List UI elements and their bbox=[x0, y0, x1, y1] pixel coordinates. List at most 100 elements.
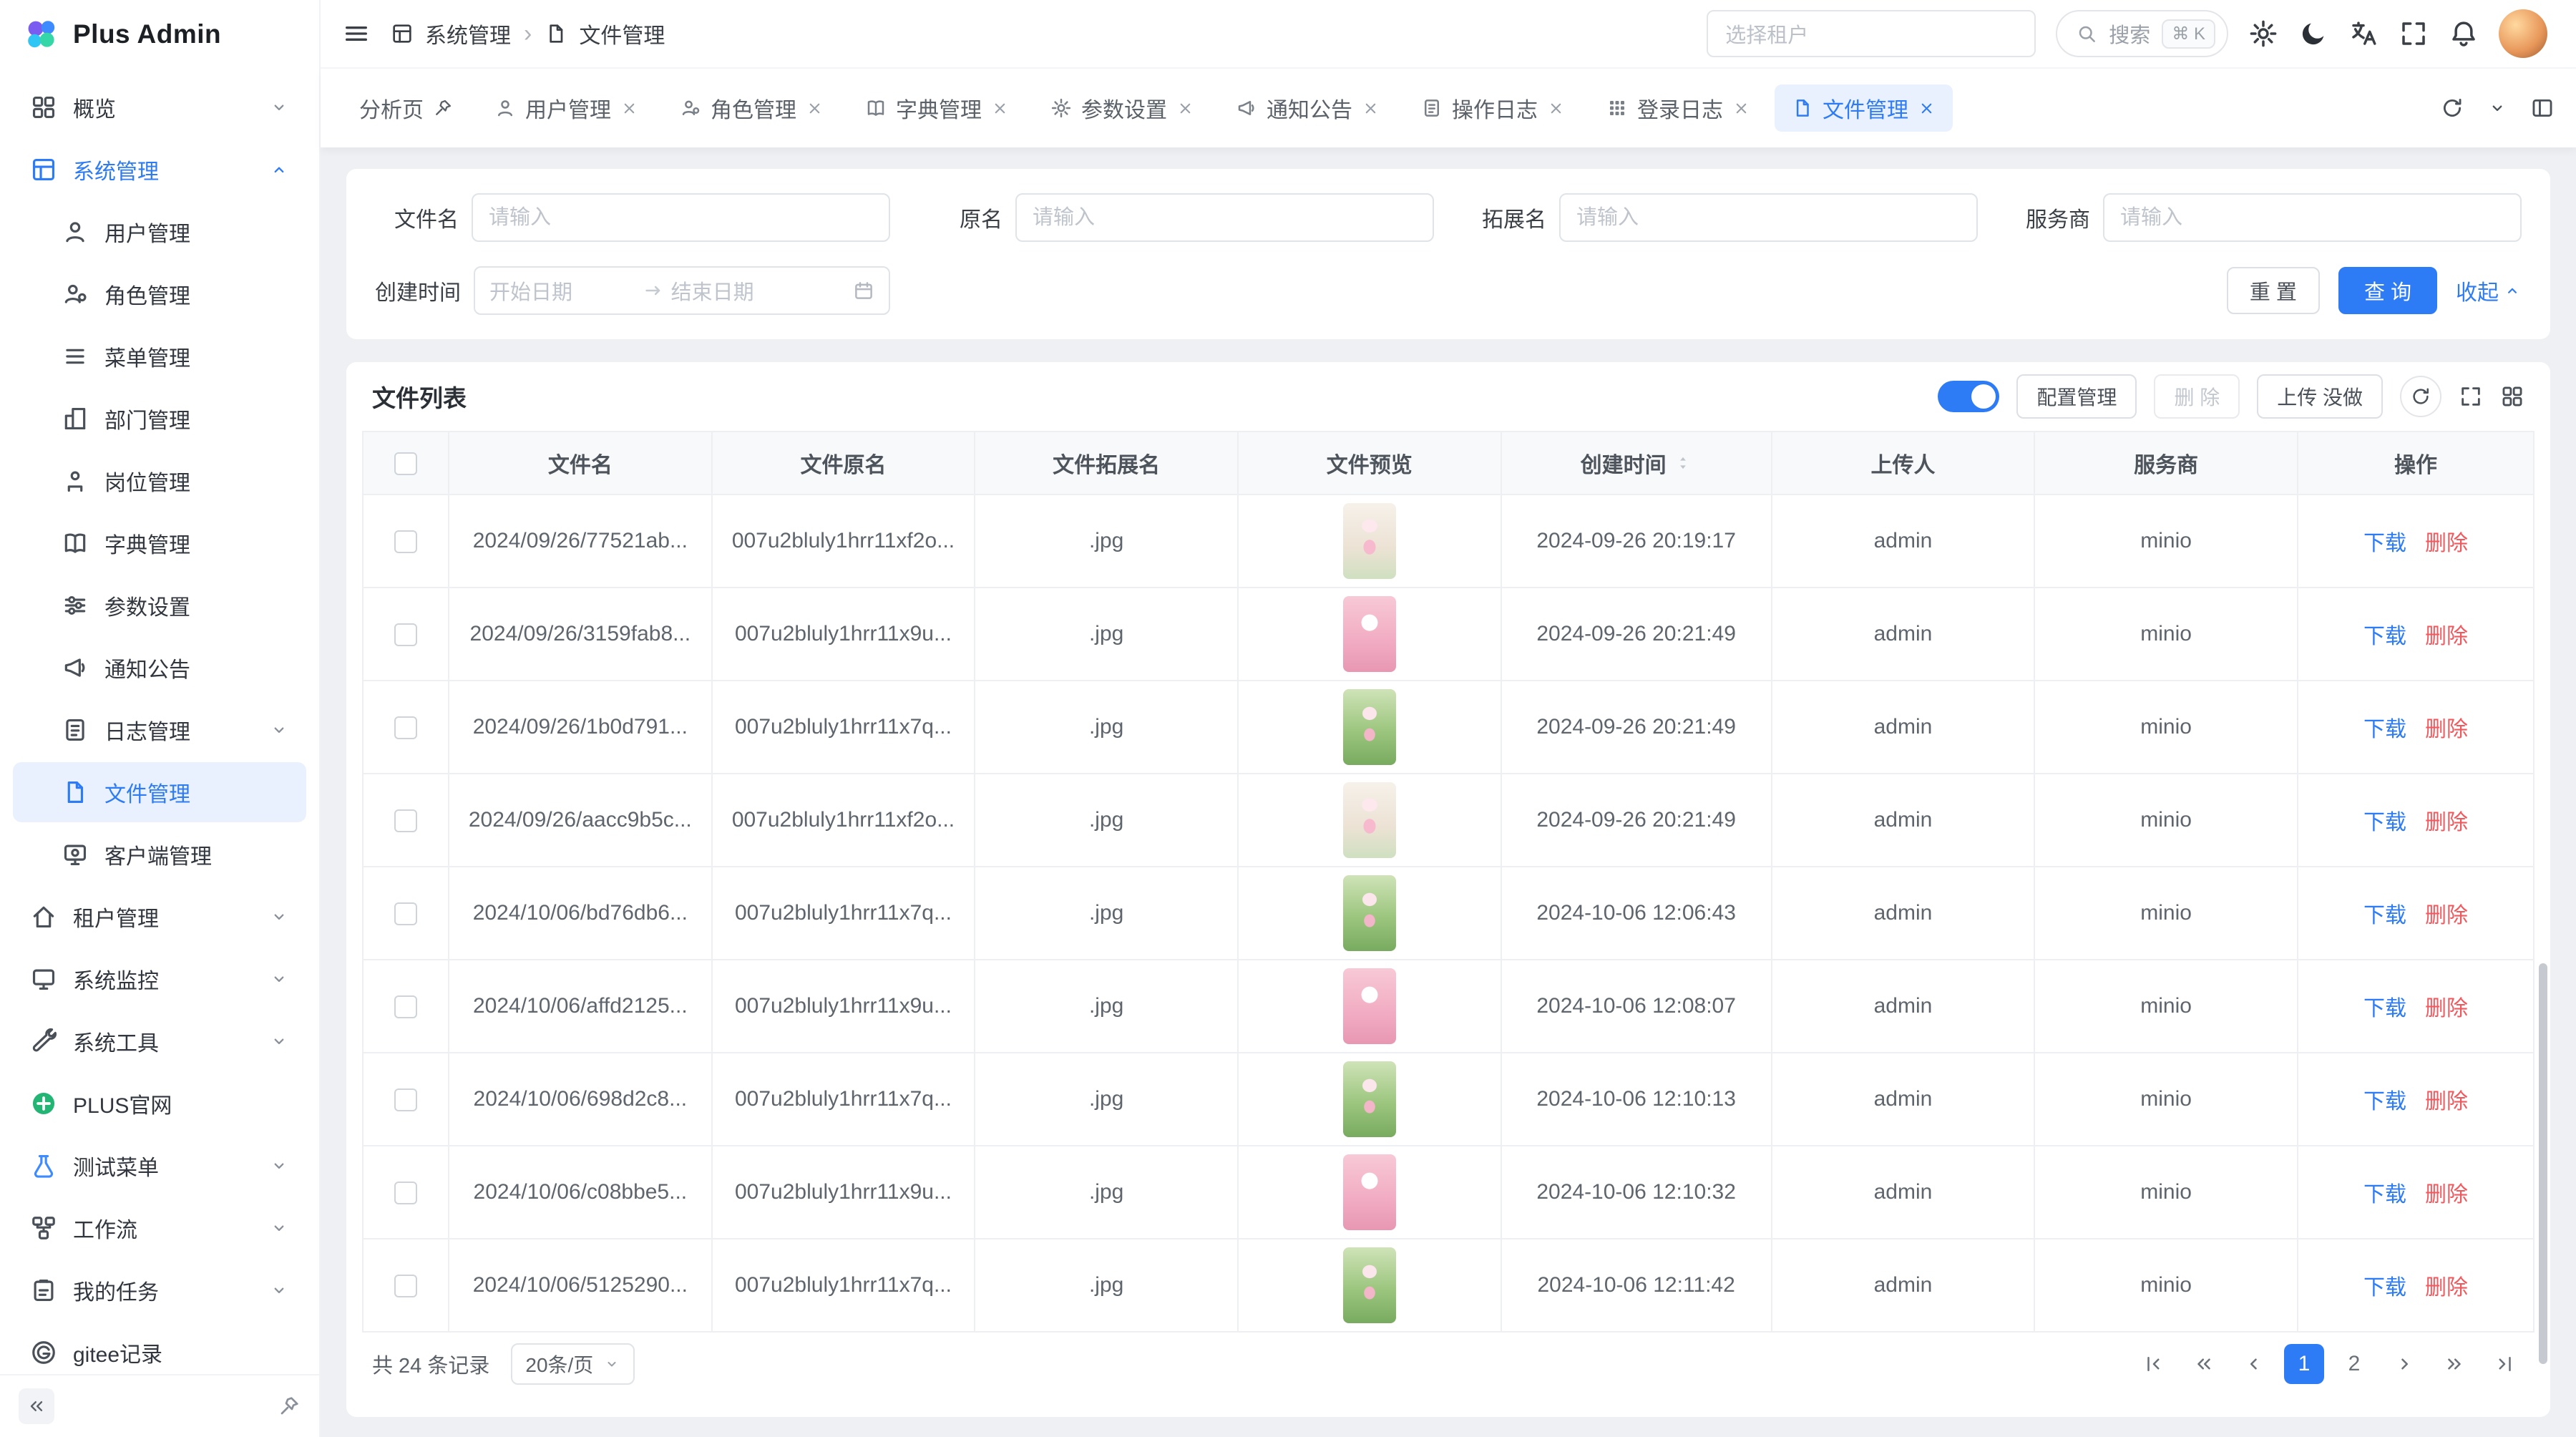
tab[interactable]: 登录日志 bbox=[1589, 84, 1767, 132]
tab[interactable]: 操作日志 bbox=[1404, 84, 1582, 132]
tab[interactable]: 用户管理 bbox=[477, 84, 655, 132]
delete-link[interactable]: 删除 bbox=[2425, 1183, 2468, 1207]
last-page-button[interactable] bbox=[2484, 1344, 2524, 1384]
file-preview-thumbnail[interactable] bbox=[1343, 968, 1396, 1044]
file-preview-thumbnail[interactable] bbox=[1343, 596, 1396, 672]
sidebar-item[interactable]: 租户管理 bbox=[13, 887, 306, 947]
download-link[interactable]: 下载 bbox=[2363, 811, 2406, 834]
search-toggle-switch[interactable] bbox=[1938, 381, 1999, 412]
sidebar-item[interactable]: 概览 bbox=[13, 77, 306, 137]
delete-link[interactable]: 删除 bbox=[2425, 811, 2468, 834]
sidebar-item[interactable]: 文件管理 bbox=[13, 762, 306, 822]
tab[interactable]: 文件管理 bbox=[1775, 84, 1953, 132]
tab-close-icon[interactable] bbox=[620, 99, 638, 117]
delete-button[interactable]: 删 除 bbox=[2154, 374, 2240, 419]
file-preview-thumbnail[interactable] bbox=[1343, 689, 1396, 765]
file-preview-thumbnail[interactable] bbox=[1343, 503, 1396, 579]
filename-input[interactable] bbox=[472, 193, 890, 242]
tab-close-icon[interactable] bbox=[806, 99, 824, 117]
date-range-picker[interactable]: 开始日期 结束日期 bbox=[474, 266, 890, 315]
sidebar-item[interactable]: 用户管理 bbox=[13, 202, 306, 262]
download-link[interactable]: 下载 bbox=[2363, 532, 2406, 555]
tab-close-icon[interactable] bbox=[1918, 99, 1936, 117]
delete-link[interactable]: 删除 bbox=[2425, 904, 2468, 927]
row-checkbox[interactable] bbox=[394, 716, 417, 739]
tab-close-icon[interactable] bbox=[1176, 99, 1194, 117]
row-checkbox[interactable] bbox=[394, 995, 417, 1018]
settings-gear-icon[interactable] bbox=[2248, 19, 2278, 49]
sidebar-collapse-button[interactable] bbox=[19, 1388, 54, 1424]
sidebar-item[interactable]: 岗位管理 bbox=[13, 451, 306, 511]
delete-link[interactable]: 删除 bbox=[2425, 1276, 2468, 1300]
download-link[interactable]: 下载 bbox=[2363, 1183, 2406, 1207]
fullscreen-icon[interactable] bbox=[2399, 19, 2429, 49]
sidebar-item[interactable]: 通知公告 bbox=[13, 638, 306, 698]
sidebar-item[interactable]: 日志管理 bbox=[13, 700, 306, 760]
row-checkbox[interactable] bbox=[394, 1088, 417, 1111]
delete-link[interactable]: 删除 bbox=[2425, 997, 2468, 1020]
table-scrollbar-thumb[interactable] bbox=[2539, 963, 2547, 1364]
breadcrumb-item-file[interactable]: 文件管理 bbox=[579, 18, 665, 49]
jump-forward-button[interactable] bbox=[2434, 1344, 2474, 1384]
file-preview-thumbnail[interactable] bbox=[1343, 1154, 1396, 1230]
next-page-button[interactable] bbox=[2384, 1344, 2424, 1384]
reset-button[interactable]: 重 置 bbox=[2227, 267, 2320, 314]
file-preview-thumbnail[interactable] bbox=[1343, 782, 1396, 858]
sidebar-item[interactable]: 部门管理 bbox=[13, 389, 306, 449]
sidebar-item[interactable]: PLUS官网 bbox=[13, 1073, 306, 1134]
layout-columns-icon[interactable] bbox=[2530, 96, 2555, 120]
file-preview-thumbnail[interactable] bbox=[1343, 875, 1396, 951]
first-page-button[interactable] bbox=[2134, 1344, 2174, 1384]
file-preview-thumbnail[interactable] bbox=[1343, 1061, 1396, 1137]
sort-icon[interactable] bbox=[1674, 454, 1692, 472]
notifications-bell-icon[interactable] bbox=[2449, 19, 2479, 49]
download-link[interactable]: 下载 bbox=[2363, 904, 2406, 927]
page-number-1[interactable]: 1 bbox=[2284, 1344, 2324, 1384]
sidebar-item[interactable]: 角色管理 bbox=[13, 264, 306, 324]
row-checkbox[interactable] bbox=[394, 902, 417, 925]
provider-input[interactable] bbox=[2103, 193, 2522, 242]
extension-input[interactable] bbox=[1559, 193, 1978, 242]
download-link[interactable]: 下载 bbox=[2363, 1276, 2406, 1300]
delete-link[interactable]: 删除 bbox=[2425, 625, 2468, 648]
download-link[interactable]: 下载 bbox=[2363, 718, 2406, 741]
sidebar-item[interactable]: 系统管理 bbox=[13, 140, 306, 200]
sidebar-item[interactable]: 字典管理 bbox=[13, 513, 306, 573]
delete-link[interactable]: 删除 bbox=[2425, 1090, 2468, 1114]
row-checkbox[interactable] bbox=[394, 1275, 417, 1297]
breadcrumb-item-system[interactable]: 系统管理 bbox=[425, 18, 511, 49]
tab-close-icon[interactable] bbox=[1547, 99, 1565, 117]
row-checkbox[interactable] bbox=[394, 1182, 417, 1204]
table-fullscreen-icon[interactable] bbox=[2459, 384, 2483, 409]
tab[interactable]: 分析页 bbox=[342, 84, 470, 132]
download-link[interactable]: 下载 bbox=[2363, 1090, 2406, 1114]
sidebar-item[interactable]: 菜单管理 bbox=[13, 326, 306, 386]
sidebar-pin-icon[interactable] bbox=[278, 1395, 301, 1418]
original-name-input[interactable] bbox=[1015, 193, 1434, 242]
page-size-select[interactable]: 20条/页 bbox=[511, 1343, 635, 1385]
tabs-refresh-icon[interactable] bbox=[2440, 96, 2464, 120]
sidebar-item[interactable]: 客户端管理 bbox=[13, 824, 306, 885]
table-columns-grid-icon[interactable] bbox=[2500, 384, 2524, 409]
tab-close-icon[interactable] bbox=[1732, 99, 1750, 117]
sidebar-item[interactable]: 系统监控 bbox=[13, 949, 306, 1009]
tab[interactable]: 字典管理 bbox=[848, 84, 1026, 132]
table-refresh-button[interactable] bbox=[2400, 376, 2441, 417]
row-checkbox[interactable] bbox=[394, 809, 417, 832]
collapse-filters-link[interactable]: 收起 bbox=[2456, 275, 2522, 306]
translate-icon[interactable] bbox=[2348, 19, 2379, 49]
global-search[interactable]: 搜索 ⌘ K bbox=[2056, 10, 2228, 57]
row-checkbox[interactable] bbox=[394, 530, 417, 553]
tab-close-icon[interactable] bbox=[1362, 99, 1380, 117]
tab[interactable]: 通知公告 bbox=[1219, 84, 1397, 132]
prev-page-button[interactable] bbox=[2234, 1344, 2274, 1384]
hamburger-menu-icon[interactable] bbox=[342, 19, 371, 48]
dark-mode-moon-icon[interactable] bbox=[2298, 19, 2328, 49]
row-checkbox[interactable] bbox=[394, 623, 417, 646]
select-all-checkbox[interactable] bbox=[394, 452, 417, 475]
sidebar-item[interactable]: 我的任务 bbox=[13, 1260, 306, 1320]
delete-link[interactable]: 删除 bbox=[2425, 532, 2468, 555]
sidebar-item[interactable]: gitee记录 bbox=[13, 1322, 306, 1374]
page-number-2[interactable]: 2 bbox=[2334, 1344, 2374, 1384]
download-link[interactable]: 下载 bbox=[2363, 997, 2406, 1020]
